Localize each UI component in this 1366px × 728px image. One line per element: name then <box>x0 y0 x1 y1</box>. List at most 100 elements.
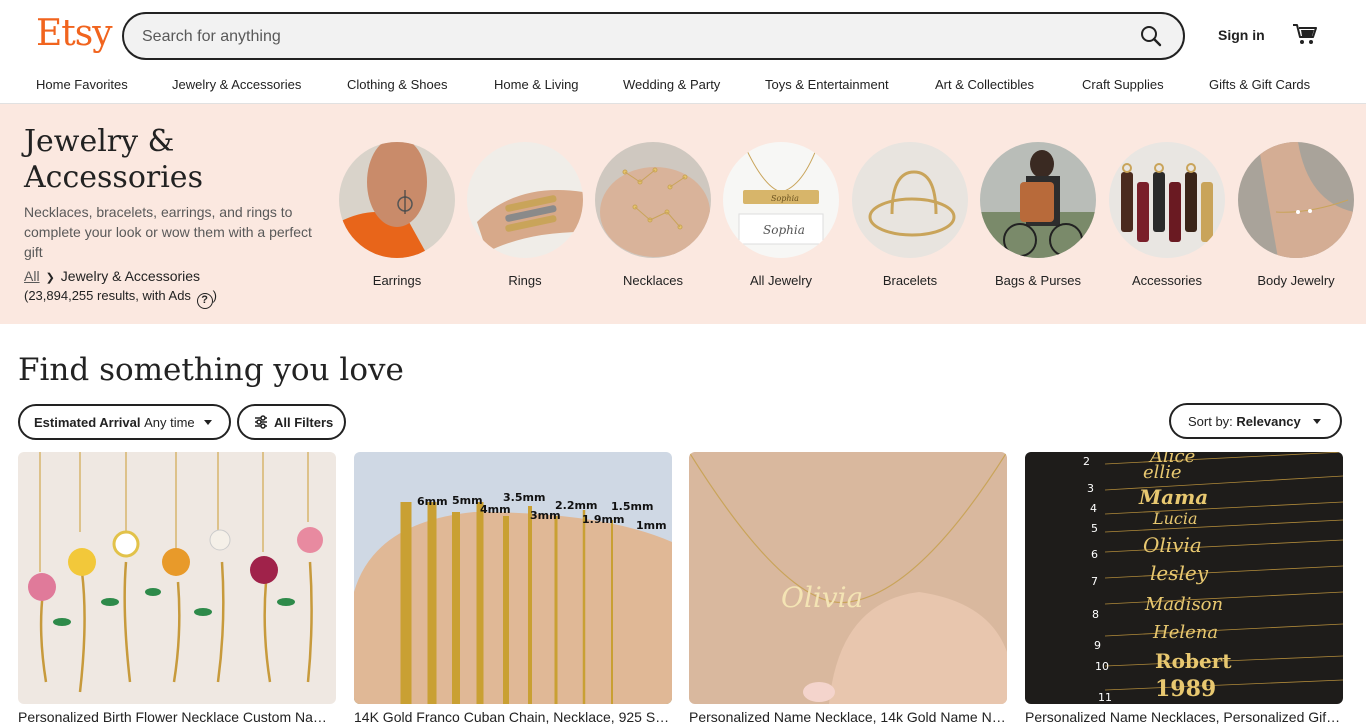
estimated-arrival-filter[interactable]: Estimated Arrival Any time <box>18 404 231 440</box>
chain-width-label: 4mm <box>480 503 511 516</box>
arrival-label: Estimated Arrival <box>34 414 141 430</box>
nav-toys-entertainment[interactable]: Toys & Entertainment <box>765 77 889 92</box>
category-label: Bags & Purses <box>995 273 1081 288</box>
category-necklaces[interactable]: Necklaces <box>594 142 712 288</box>
category-bracelets[interactable]: Bracelets <box>851 142 969 288</box>
body-jewelry-image <box>1238 142 1354 258</box>
listing-image: 2 3 4 5 6 7 8 9 10 11 Alice ellie Mama Lucia Olivia le… <box>1025 452 1343 704</box>
cart-button[interactable] <box>1292 22 1318 48</box>
sort-value: Relevancy <box>1236 413 1301 429</box>
category-label: Rings <box>508 273 542 288</box>
page-title: Jewelry & Accessories <box>24 124 203 195</box>
category-label: Necklaces <box>623 273 683 288</box>
sort-label: Sort by: <box>1188 413 1233 429</box>
nav-clothing-shoes[interactable]: Clothing & Shoes <box>347 77 447 92</box>
category-label: Earrings <box>372 273 422 288</box>
category-bags-purses[interactable]: Bags & Purses <box>979 142 1097 288</box>
chain-width-label: 1mm <box>636 519 667 532</box>
pendant-card-name: Sophia <box>763 223 805 237</box>
name-number: 3 <box>1087 482 1094 495</box>
listing-image <box>18 452 336 704</box>
pendant-name: Sophia <box>771 194 799 203</box>
category-label: All Jewelry <box>749 273 813 288</box>
breadcrumb-all-link[interactable]: All <box>24 268 40 284</box>
caret-down-icon <box>203 419 212 425</box>
chevron-right-icon: ❯ <box>45 272 55 284</box>
listing-image: Olivia <box>689 452 1007 704</box>
sort-dropdown[interactable]: Sort by: Relevancy <box>1169 403 1342 439</box>
category-accessories[interactable]: Accessories <box>1108 142 1226 288</box>
listing-image: 6mm 5mm 4mm 3.5mm 3mm 2.2mm 1.9mm 1.5mm 1mm <box>354 452 672 704</box>
category-body-jewelry[interactable]: Body Jewelry <box>1237 142 1355 288</box>
search-button[interactable] <box>1139 24 1163 48</box>
name-number: 6 <box>1091 548 1098 561</box>
search-bar <box>122 12 1185 60</box>
nav-jewelry-accessories[interactable]: Jewelry & Accessories <box>172 77 301 92</box>
script-name: Robert <box>1155 649 1232 673</box>
script-name: Olivia <box>1143 533 1202 557</box>
category-rings[interactable]: Rings <box>466 142 584 288</box>
necklace-name: Olivia <box>781 581 863 614</box>
search-icon <box>1141 26 1162 47</box>
results-count: (23,894,255 results, with Ads ?) <box>24 288 217 309</box>
category-nav: Home Favorites Jewelry & Accessories Clo… <box>0 70 1366 104</box>
site-header: Etsy Sign in <box>0 0 1366 70</box>
breadcrumb: All ❯ Jewelry & Accessories <box>24 268 200 284</box>
listing-title[interactable]: 14K Gold Franco Cuban Chain, Necklace, 9… <box>354 709 672 725</box>
name-number: 9 <box>1094 639 1101 652</box>
category-description: Necklaces, bracelets, earrings, and ring… <box>24 204 312 260</box>
nav-home-favorites[interactable]: Home Favorites <box>36 77 128 92</box>
search-input[interactable] <box>142 26 1102 48</box>
script-name: lesley <box>1150 561 1209 585</box>
category-all-jewelry[interactable]: Sophia Sophia All Jewelry <box>722 142 840 288</box>
necklaces-image <box>595 142 711 258</box>
listing-title[interactable]: Personalized Name Necklaces, Personalize… <box>1025 709 1343 725</box>
nav-craft-supplies[interactable]: Craft Supplies <box>1082 77 1164 92</box>
caret-down-icon <box>1312 418 1321 424</box>
chain-width-label: 5mm <box>452 494 483 507</box>
nav-wedding-party[interactable]: Wedding & Party <box>623 77 720 92</box>
shopping-cart-icon <box>1293 24 1317 44</box>
all-filters-button[interactable]: All Filters <box>237 404 346 440</box>
rings-image <box>467 142 583 258</box>
listing-card[interactable]: 2 3 4 5 6 7 8 9 10 11 Alice ellie Mama Lucia Olivia le… <box>1025 452 1343 725</box>
script-name: Helena <box>1152 622 1218 643</box>
name-number: 7 <box>1091 575 1098 588</box>
name-number: 11 <box>1098 691 1112 704</box>
listing-card[interactable]: Personalized Birth Flower Necklace Custo… <box>18 452 336 725</box>
nav-home-living[interactable]: Home & Living <box>494 77 579 92</box>
category-earrings[interactable]: Earrings <box>338 142 456 288</box>
name-number: 10 <box>1095 660 1109 673</box>
category-label: Accessories <box>1131 273 1203 288</box>
etsy-logo[interactable]: Etsy <box>36 13 113 54</box>
accessories-image <box>1109 142 1225 258</box>
chain-width-label: 3.5mm <box>503 491 545 504</box>
name-number: 8 <box>1092 608 1099 621</box>
arrival-value: Any time <box>144 414 195 430</box>
listing-title[interactable]: Personalized Birth Flower Necklace Custo… <box>18 709 336 725</box>
script-name: Mama <box>1138 485 1208 509</box>
earrings-image <box>339 142 455 258</box>
listing-title[interactable]: Personalized Name Necklace, 14k Gold Nam… <box>689 709 1007 725</box>
name-number: 2 <box>1083 455 1090 468</box>
chain-width-label: 1.9mm <box>582 513 624 526</box>
help-icon[interactable]: ? <box>196 293 213 309</box>
listing-card[interactable]: 6mm 5mm 4mm 3.5mm 3mm 2.2mm 1.9mm 1.5mm 1mm 14K … <box>354 452 672 725</box>
name-number: 5 <box>1091 522 1098 535</box>
category-label: Bracelets <box>882 273 938 288</box>
nav-art-collectibles[interactable]: Art & Collectibles <box>935 77 1034 92</box>
nav-gifts-gift-cards[interactable]: Gifts & Gift Cards <box>1209 77 1310 92</box>
all-filters-label: All Filters <box>274 414 334 430</box>
section-title: Find something you love <box>18 352 404 388</box>
name-number: 4 <box>1090 502 1097 515</box>
sign-in-link[interactable]: Sign in <box>1218 27 1265 43</box>
listing-card[interactable]: Olivia Personalized Name Necklace, 14k G… <box>689 452 1007 725</box>
chain-width-label: 2.2mm <box>555 499 597 512</box>
script-name: Madison <box>1144 594 1223 615</box>
results-text: (23,894,255 results, with Ads <box>24 288 191 303</box>
breadcrumb-current: Jewelry & Accessories <box>60 268 201 284</box>
all-jewelry-image: Sophia Sophia <box>723 142 839 258</box>
chain-width-label: 6mm <box>417 495 448 508</box>
chain-width-label: 1.5mm <box>611 500 653 513</box>
filter-sliders-icon <box>255 415 267 429</box>
